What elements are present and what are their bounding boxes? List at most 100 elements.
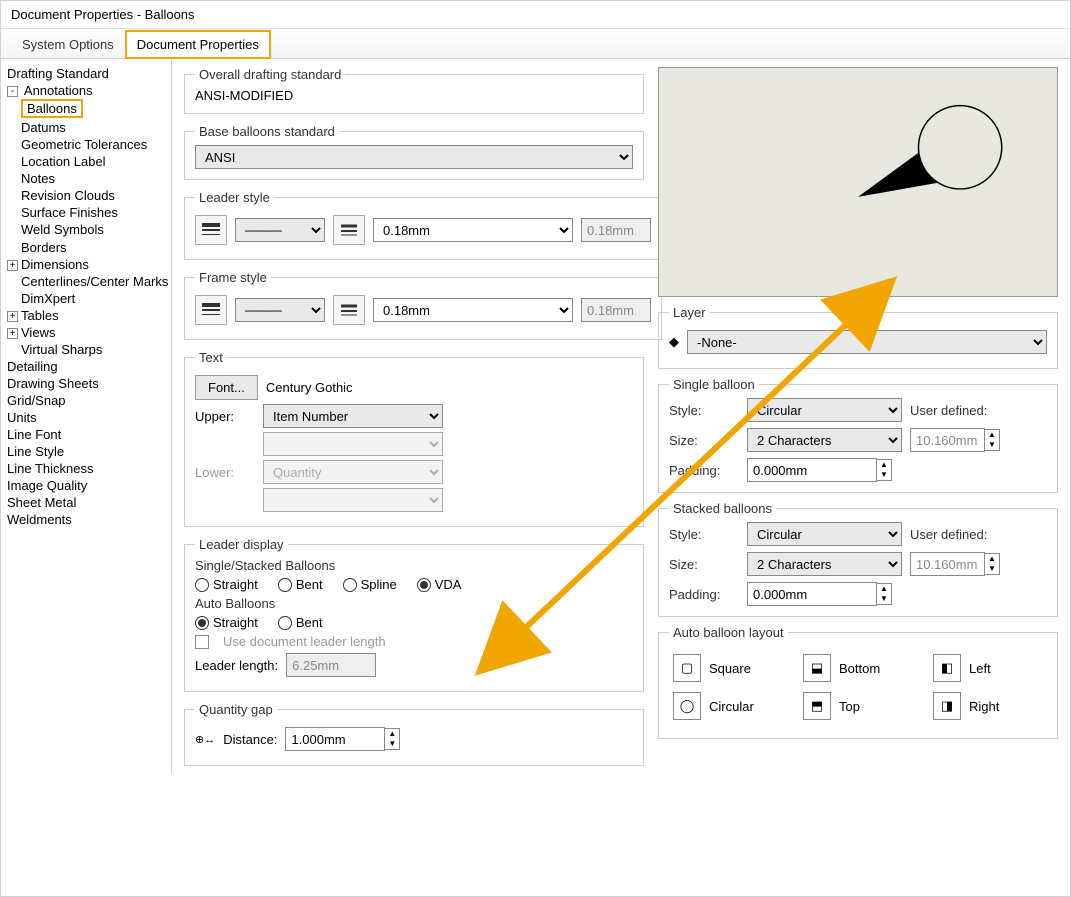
font-name-label: Century Gothic bbox=[266, 380, 353, 395]
layout-right-button[interactable]: ◨Right bbox=[933, 692, 1043, 720]
legend-layer: Layer bbox=[669, 305, 710, 320]
tree-image-quality[interactable]: Image Quality bbox=[7, 477, 167, 494]
group-leader-display: Leader display Single/Stacked Balloons S… bbox=[184, 537, 644, 692]
spin-up-icon[interactable]: ▲ bbox=[985, 554, 999, 564]
legend-stacked-balloons: Stacked balloons bbox=[669, 501, 776, 516]
leader-thickness-button[interactable] bbox=[333, 215, 365, 245]
layout-bottom-button[interactable]: ⬓Bottom bbox=[803, 654, 913, 682]
tree-line-font[interactable]: Line Font bbox=[7, 426, 167, 443]
tree-detailing[interactable]: Detailing bbox=[7, 358, 167, 375]
spin-up-icon[interactable]: ▲ bbox=[985, 430, 999, 440]
tree-line-style[interactable]: Line Style bbox=[7, 443, 167, 460]
circular-layout-icon: ◯ bbox=[673, 692, 701, 720]
square-layout-icon: ▢ bbox=[673, 654, 701, 682]
expander-icon[interactable]: + bbox=[7, 328, 18, 339]
frame-endshape-select[interactable]: ──── bbox=[235, 298, 325, 322]
spin-up-icon[interactable]: ▲ bbox=[877, 460, 891, 470]
tree-borders[interactable]: Borders bbox=[21, 240, 67, 255]
group-leader-style: Leader style ──── 0.18mm bbox=[184, 190, 662, 260]
radio-bent[interactable]: Bent bbox=[278, 577, 323, 592]
tree-sheet-metal[interactable]: Sheet Metal bbox=[7, 494, 167, 511]
spin-up-icon[interactable]: ▲ bbox=[385, 729, 399, 739]
radio-auto-straight[interactable]: Straight bbox=[195, 615, 258, 630]
tree-dimensions[interactable]: Dimensions bbox=[21, 257, 89, 272]
spin-down-icon[interactable]: ▼ bbox=[877, 470, 891, 480]
spin-down-icon[interactable]: ▼ bbox=[385, 739, 399, 749]
layer-select[interactable]: -None- bbox=[687, 330, 1047, 354]
radio-straight[interactable]: Straight bbox=[195, 577, 258, 592]
expander-icon[interactable]: - bbox=[7, 86, 18, 97]
legend-overall: Overall drafting standard bbox=[195, 67, 345, 82]
tree-revision-clouds[interactable]: Revision Clouds bbox=[21, 187, 167, 204]
radio-spline[interactable]: Spline bbox=[343, 577, 397, 592]
tree-views[interactable]: Views bbox=[21, 325, 55, 340]
upper-select[interactable]: Item Number bbox=[263, 404, 443, 428]
spin-down-icon[interactable]: ▼ bbox=[877, 594, 891, 604]
tree-line-thickness[interactable]: Line Thickness bbox=[7, 460, 167, 477]
base-standard-select[interactable]: ANSI bbox=[195, 145, 633, 169]
radio-vda[interactable]: VDA bbox=[417, 577, 462, 592]
frame-thickness-select[interactable]: 0.18mm bbox=[373, 298, 573, 322]
st-size-label: Size: bbox=[669, 557, 739, 572]
sb-size-select[interactable]: 2 Characters bbox=[747, 428, 902, 452]
tree-drafting-standard[interactable]: Drafting Standard bbox=[7, 65, 167, 82]
sb-padding-field[interactable] bbox=[747, 458, 877, 482]
st-style-select[interactable]: Circular bbox=[747, 522, 902, 546]
tree-notes[interactable]: Notes bbox=[21, 170, 167, 187]
spin-up-icon[interactable]: ▲ bbox=[877, 584, 891, 594]
font-button[interactable]: Font... bbox=[195, 375, 258, 400]
frame-color-button[interactable] bbox=[195, 295, 227, 325]
expander-icon[interactable]: + bbox=[7, 260, 18, 271]
tree-units[interactable]: Units bbox=[7, 409, 167, 426]
tree-tables[interactable]: Tables bbox=[21, 308, 59, 323]
sb-style-select[interactable]: Circular bbox=[747, 398, 902, 422]
tree-location-label[interactable]: Location Label bbox=[21, 153, 167, 170]
legend-quantity-gap: Quantity gap bbox=[195, 702, 277, 717]
sb-style-label: Style: bbox=[669, 403, 739, 418]
tree-weld-symbols[interactable]: Weld Symbols bbox=[21, 221, 167, 238]
tree-grid-snap[interactable]: Grid/Snap bbox=[7, 392, 167, 409]
tree-dimxpert[interactable]: DimXpert bbox=[21, 291, 75, 306]
layout-square-button[interactable]: ▢Square bbox=[673, 654, 783, 682]
quantity-gap-icon: ⊕↔ bbox=[195, 733, 215, 746]
tree-datums[interactable]: Datums bbox=[21, 119, 167, 136]
st-padding-field[interactable] bbox=[747, 582, 877, 606]
category-tree: Drafting Standard - Annotations Balloons… bbox=[1, 59, 172, 774]
layout-circular-button[interactable]: ◯Circular bbox=[673, 692, 783, 720]
tab-system-options[interactable]: System Options bbox=[11, 31, 125, 58]
group-auto-layout: Auto balloon layout ▢Square ⬓Bottom ◧Lef… bbox=[658, 625, 1058, 739]
distance-field[interactable] bbox=[285, 727, 385, 751]
layout-left-button[interactable]: ◧Left bbox=[933, 654, 1043, 682]
tree-surface-finishes[interactable]: Surface Finishes bbox=[21, 204, 167, 221]
tree-weldments[interactable]: Weldments bbox=[7, 511, 167, 528]
legend-base: Base balloons standard bbox=[195, 124, 339, 139]
tree-balloons[interactable]: Balloons bbox=[21, 99, 83, 118]
frame-thickness-button[interactable] bbox=[333, 295, 365, 325]
tree-centerlines[interactable]: Centerlines/Center Marks bbox=[21, 274, 168, 289]
right-layout-icon: ◨ bbox=[933, 692, 961, 720]
tree-annotations[interactable]: Annotations bbox=[24, 83, 93, 98]
layout-top-button[interactable]: ⬒Top bbox=[803, 692, 913, 720]
spin-down-icon[interactable]: ▼ bbox=[985, 564, 999, 574]
group-overall-standard: Overall drafting standard ANSI-MODIFIED bbox=[184, 67, 644, 114]
legend-frame-style: Frame style bbox=[195, 270, 271, 285]
lower-secondary-select bbox=[263, 488, 443, 512]
sb-user-label: User defined: bbox=[910, 403, 1005, 418]
leader-thickness-select[interactable]: 0.18mm bbox=[373, 218, 573, 242]
tree-drawing-sheets[interactable]: Drawing Sheets bbox=[7, 375, 167, 392]
spin-down-icon[interactable]: ▼ bbox=[985, 440, 999, 450]
single-stacked-label: Single/Stacked Balloons bbox=[195, 558, 633, 573]
st-size-select[interactable]: 2 Characters bbox=[747, 552, 902, 576]
leader-endshape-select[interactable]: ──── bbox=[235, 218, 325, 242]
tab-row: System Options Document Properties bbox=[1, 29, 1070, 59]
st-padding-label: Padding: bbox=[669, 587, 739, 602]
tree-virtual-sharps[interactable]: Virtual Sharps bbox=[21, 342, 102, 357]
leader-color-button[interactable] bbox=[195, 215, 227, 245]
expander-icon[interactable]: + bbox=[7, 311, 18, 322]
leader-length-label: Leader length: bbox=[195, 658, 278, 673]
tree-geometric-tolerances[interactable]: Geometric Tolerances bbox=[21, 136, 167, 153]
radio-auto-bent[interactable]: Bent bbox=[278, 615, 323, 630]
distance-label: Distance: bbox=[223, 732, 277, 747]
use-doc-leader-checkbox[interactable] bbox=[195, 635, 209, 649]
tab-document-properties[interactable]: Document Properties bbox=[125, 30, 271, 59]
